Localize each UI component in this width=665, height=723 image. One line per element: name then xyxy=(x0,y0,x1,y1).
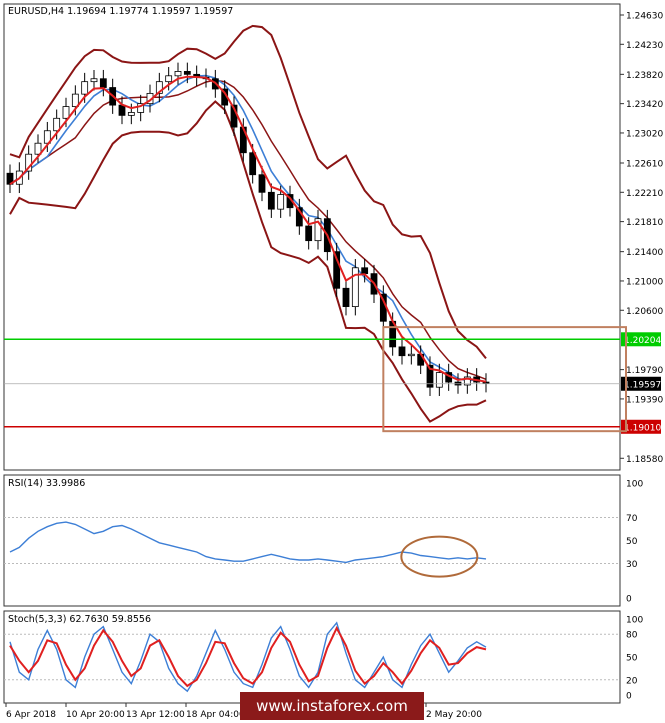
candle-body xyxy=(258,174,266,193)
xtick-label: 18 Apr 04:00 xyxy=(186,710,245,720)
main-ytick-label: 1.19790 xyxy=(626,366,663,376)
main-ytick-label: 1.20600 xyxy=(626,307,663,317)
xtick-label: 13 Apr 12:00 xyxy=(126,710,185,720)
candle-body xyxy=(127,112,135,116)
rsi-ytick-label: 50 xyxy=(626,537,638,547)
candle-body xyxy=(305,225,313,242)
xtick-label: 2 May 20:00 xyxy=(426,710,482,720)
candle-body xyxy=(407,353,415,357)
watermark: www.instaforex.com xyxy=(240,692,424,720)
stoch-title: Stoch(5,3,3) 62.7630 59.8556 xyxy=(8,614,151,625)
candle-body xyxy=(342,287,350,308)
candle-body xyxy=(118,104,126,116)
main-ytick-label: 1.24230 xyxy=(626,41,663,51)
candle-body xyxy=(398,346,406,357)
main-chart-title: EURUSD,H4 1.19694 1.19774 1.19597 1.1959… xyxy=(8,6,233,17)
rsi-ytick-label: 30 xyxy=(626,560,638,570)
candle-body xyxy=(174,71,182,77)
stoch-ytick-label: 100 xyxy=(626,616,643,626)
candle-body xyxy=(267,191,275,210)
main-ytick-label: 1.21810 xyxy=(626,218,663,228)
main-ytick-label: 1.21400 xyxy=(626,248,663,258)
rsi-ytick-label: 0 xyxy=(626,595,632,605)
candle-body xyxy=(183,71,191,75)
candle-body xyxy=(361,267,369,275)
chart-root: 1.24630 1.24230 1.23820 1.23420 1.23020 1.226… xyxy=(3,3,663,720)
candle-body xyxy=(99,78,107,88)
stoch-ytick-label: 50 xyxy=(626,654,638,664)
candle-body xyxy=(165,75,173,83)
rsi-ytick-label: 100 xyxy=(626,480,643,490)
main-ytick-label: 1.22610 xyxy=(626,159,663,169)
main-ytick-label: 1.24630 xyxy=(626,11,663,21)
rsi-title: RSI(14) 33.9986 xyxy=(8,478,85,489)
candle-body xyxy=(351,267,359,308)
main-ytick-label: 1.18580 xyxy=(626,455,663,465)
candle-body xyxy=(249,152,257,176)
xtick-label: 6 Apr 2018 xyxy=(6,710,56,720)
candle-body xyxy=(90,78,98,83)
rsi-ytick-label: 70 xyxy=(626,514,638,524)
main-ytick-label: 1.23420 xyxy=(626,100,663,110)
main-ytick-label: 1.23820 xyxy=(626,71,663,81)
panel-frame-rsi xyxy=(3,474,621,607)
stoch-ytick-label: 20 xyxy=(626,676,638,686)
candle-body xyxy=(277,194,285,210)
candle-body xyxy=(81,81,89,95)
stoch-ytick-label: 80 xyxy=(626,631,638,641)
candle-body xyxy=(62,106,70,119)
main-ytick-label: 1.21000 xyxy=(626,277,663,287)
xtick-label: 10 Apr 20:00 xyxy=(66,710,125,720)
current-price-label: 1.19597 xyxy=(624,380,661,390)
resistance-level-label: 1.20204 xyxy=(624,336,661,346)
main-ytick-label: 1.19390 xyxy=(626,395,663,405)
support-level-label: 1.19010 xyxy=(624,423,661,433)
stoch-ytick-label: 0 xyxy=(626,692,632,702)
main-ytick-label: 1.22210 xyxy=(626,189,663,199)
candle-body xyxy=(435,372,443,388)
main-ytick-label: 1.23020 xyxy=(626,129,663,139)
